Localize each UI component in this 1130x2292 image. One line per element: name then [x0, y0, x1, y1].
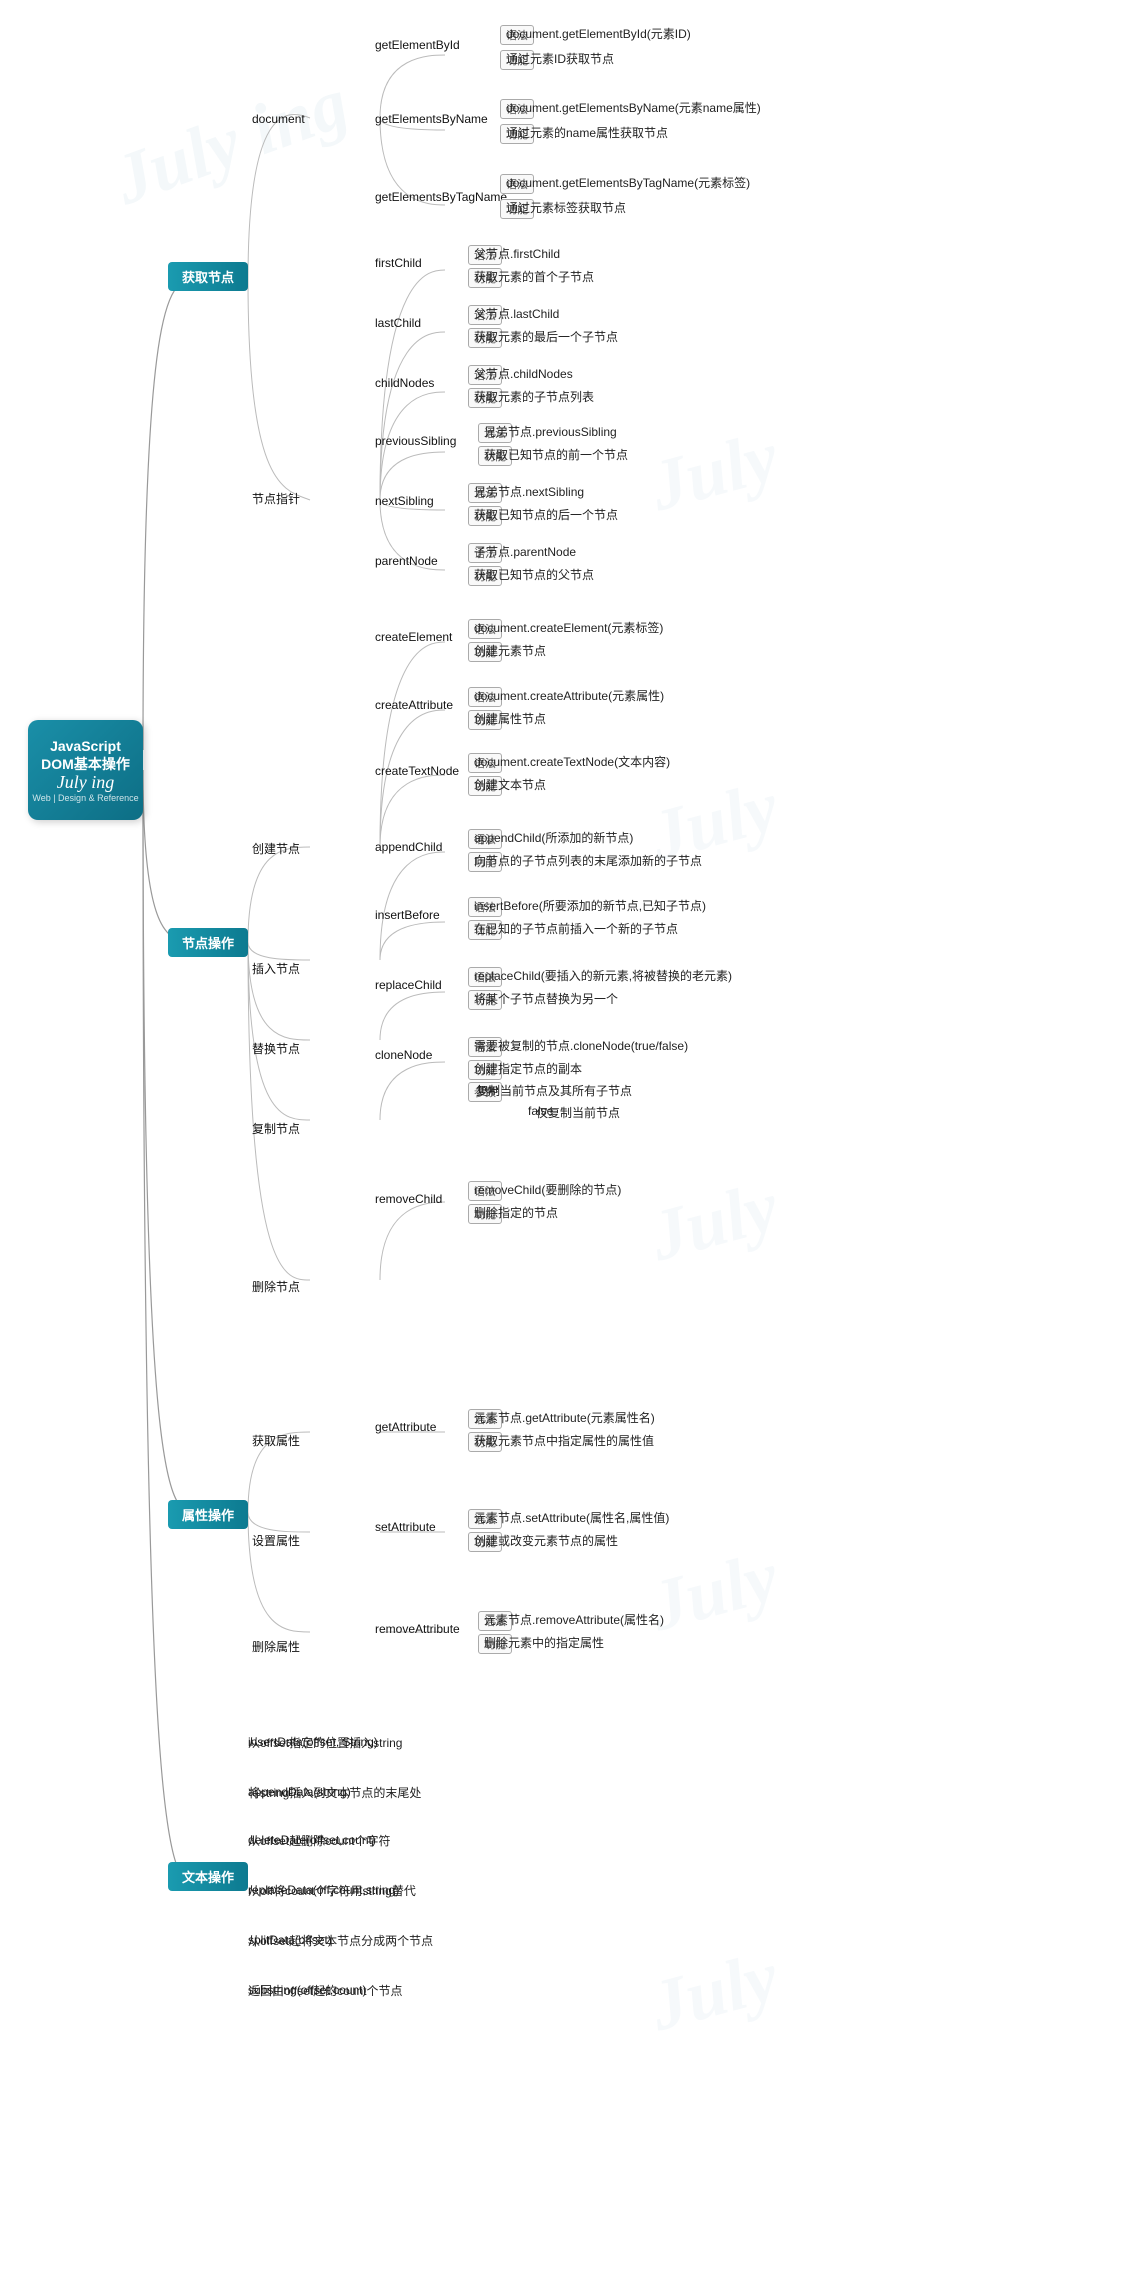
syntax-pn: 子节点.parentNode [474, 543, 576, 560]
text-desc-insertdata: 从offset指定的位置插入string [248, 1734, 402, 1751]
method-createelement: createElement [375, 630, 452, 644]
func-pn: 获取已知节点的父节点 [474, 566, 594, 583]
method-previoussibling: previousSibling [375, 434, 456, 448]
node-create: 创建节点 [252, 840, 300, 857]
method-nextsibling: nextSibling [375, 494, 434, 508]
node-set-attr: 设置属性 [252, 1532, 300, 1549]
node-insert: 插入节点 [252, 960, 300, 977]
node-del-attr: 删除属性 [252, 1638, 300, 1655]
func-ac: 向节点的子节点列表的末尾添加新的子节点 [474, 852, 702, 869]
syntax-lc: 父节点.lastChild [474, 305, 559, 322]
syntax-cn: 父节点.childNodes [474, 365, 573, 382]
func-ce: 创建元素节点 [474, 642, 546, 659]
func-fc: 获取元素的首个子节点 [474, 268, 594, 285]
param-false-desc: 仅复制当前节点 [536, 1104, 620, 1121]
syntax-ctn: document.createTextNode(文本内容) [474, 753, 670, 770]
method-getelementsbyname: getElementsByName [375, 112, 488, 126]
func-ps: 获取已知节点的前一个节点 [484, 446, 628, 463]
method-getelementbyid: getElementById [375, 38, 460, 52]
syntax-gename: document.getElementsByName(元素name属性) [506, 99, 761, 116]
root-logo-sub: Web | Design & Reference [32, 793, 138, 803]
method-setattribute: setAttribute [375, 1520, 436, 1534]
method-removeattribute: removeAttribute [375, 1622, 460, 1636]
watermark-2: July [641, 415, 786, 528]
mind-map-page: July ing July July July July July [0, 0, 1130, 2292]
method-replacechild: replaceChild [375, 978, 442, 992]
text-desc-substring: 返回由offset起的count个节点 [248, 1982, 403, 1999]
text-desc-deletedate: 从offset起删除count个字符 [248, 1832, 391, 1849]
root-title-line2: DOM基本操作 [41, 755, 130, 773]
text-desc-splitdata: 从offset起将文本节点分成两个节点 [248, 1932, 433, 1949]
syntax-ra: 元素节点.removeAttribute(属性名) [484, 1611, 664, 1628]
func-lc: 获取元素的最后一个子节点 [474, 328, 618, 345]
syntax-ga: 元素节点.getAttribute(元素属性名) [474, 1409, 655, 1426]
syntax-ce: document.createElement(元素标签) [474, 619, 663, 636]
func-gename: 通过元素的name属性获取节点 [506, 124, 668, 141]
node-delete: 删除节点 [252, 1278, 300, 1295]
cat-attr-ops: 属性操作 [168, 1500, 248, 1529]
node-pointer: 节点指针 [252, 490, 300, 507]
method-clonenode: cloneNode [375, 1048, 432, 1062]
node-copy: 复制节点 [252, 1120, 300, 1137]
func-ra: 删除元素中的指定属性 [484, 1634, 604, 1651]
param-true-desc: 复制当前节点及其所有子节点 [476, 1082, 632, 1099]
func-ca: 创建属性节点 [474, 710, 546, 727]
root-logo: July ing [57, 773, 114, 791]
func-rmc: 删除指定的节点 [474, 1204, 558, 1221]
watermark-5: July [641, 1535, 786, 1648]
cat-node-ops: 节点操作 [168, 928, 248, 957]
syntax-getag: document.getElementsByTagName(元素标签) [506, 174, 750, 191]
method-firstchild: firstChild [375, 256, 422, 270]
func-clone: 创建指定节点的副本 [474, 1060, 582, 1077]
func-ib: 在已知的子节点前插入一个新的子节点 [474, 920, 678, 937]
func-ga: 获取元素节点中指定属性的属性值 [474, 1432, 654, 1449]
syntax-fc: 父节点.firstChild [474, 245, 560, 262]
text-desc-appenddata: 将string插入到文本节点的末尾处 [248, 1784, 421, 1801]
method-childnodes: childNodes [375, 376, 434, 390]
syntax-ns: 兄弟节点.nextSibling [474, 483, 584, 500]
func-rc: 将某个子节点替换为另一个 [474, 990, 618, 1007]
method-appendchild: appendChild [375, 840, 442, 854]
method-parentnode: parentNode [375, 554, 438, 568]
text-desc-replacedata: 从off将count个字符用string替代 [248, 1882, 416, 1899]
root-node: JavaScript DOM基本操作 July ing Web | Design… [28, 720, 143, 820]
node-replace: 替换节点 [252, 1040, 300, 1057]
syntax-clone: 需要被复制的节点.cloneNode(true/false) [474, 1037, 688, 1054]
root-title-line1: JavaScript [50, 737, 121, 755]
method-createtextnode: createTextNode [375, 764, 459, 778]
func-sa: 创建或改变元素节点的属性 [474, 1532, 618, 1549]
syntax-rmc: removeChild(要删除的节点) [474, 1181, 621, 1198]
syntax-ib: insertBefore(所要添加的新节点,已知子节点) [474, 897, 706, 914]
func-ctn: 创建文本节点 [474, 776, 546, 793]
method-getattribute: getAttribute [375, 1420, 436, 1434]
func-ns: 获取已知节点的后一个节点 [474, 506, 618, 523]
method-lastchild: lastChild [375, 316, 421, 330]
node-get-attr: 获取属性 [252, 1432, 300, 1449]
func-cn: 获取元素的子节点列表 [474, 388, 594, 405]
func-getag: 通过元素标签获取节点 [506, 199, 626, 216]
watermark-6: July [641, 1935, 786, 2048]
syntax-ac: appendChild(所添加的新节点) [474, 829, 633, 846]
func-geid: 通过元素ID获取节点 [506, 50, 614, 67]
watermark-4: July [641, 1165, 786, 1278]
syntax-ps: 兄弟节点.previousSibling [484, 423, 617, 440]
cat-get-node: 获取节点 [168, 262, 248, 291]
syntax-rc: replaceChild(要插入的新元素,将被替换的老元素) [474, 967, 732, 984]
syntax-geid: document.getElementById(元素ID) [506, 25, 691, 42]
cat-text-ops: 文本操作 [168, 1862, 248, 1891]
watermark-1: July ing [103, 61, 359, 222]
node-document: document [252, 112, 305, 126]
syntax-ca: document.createAttribute(元素属性) [474, 687, 664, 704]
method-insertbefore: insertBefore [375, 908, 440, 922]
method-removechild: removeChild [375, 1192, 442, 1206]
method-createattribute: createAttribute [375, 698, 453, 712]
method-getelementsbytagname: getElementsByTagName [375, 190, 507, 204]
syntax-sa: 元素节点.setAttribute(属性名,属性值) [474, 1509, 669, 1526]
